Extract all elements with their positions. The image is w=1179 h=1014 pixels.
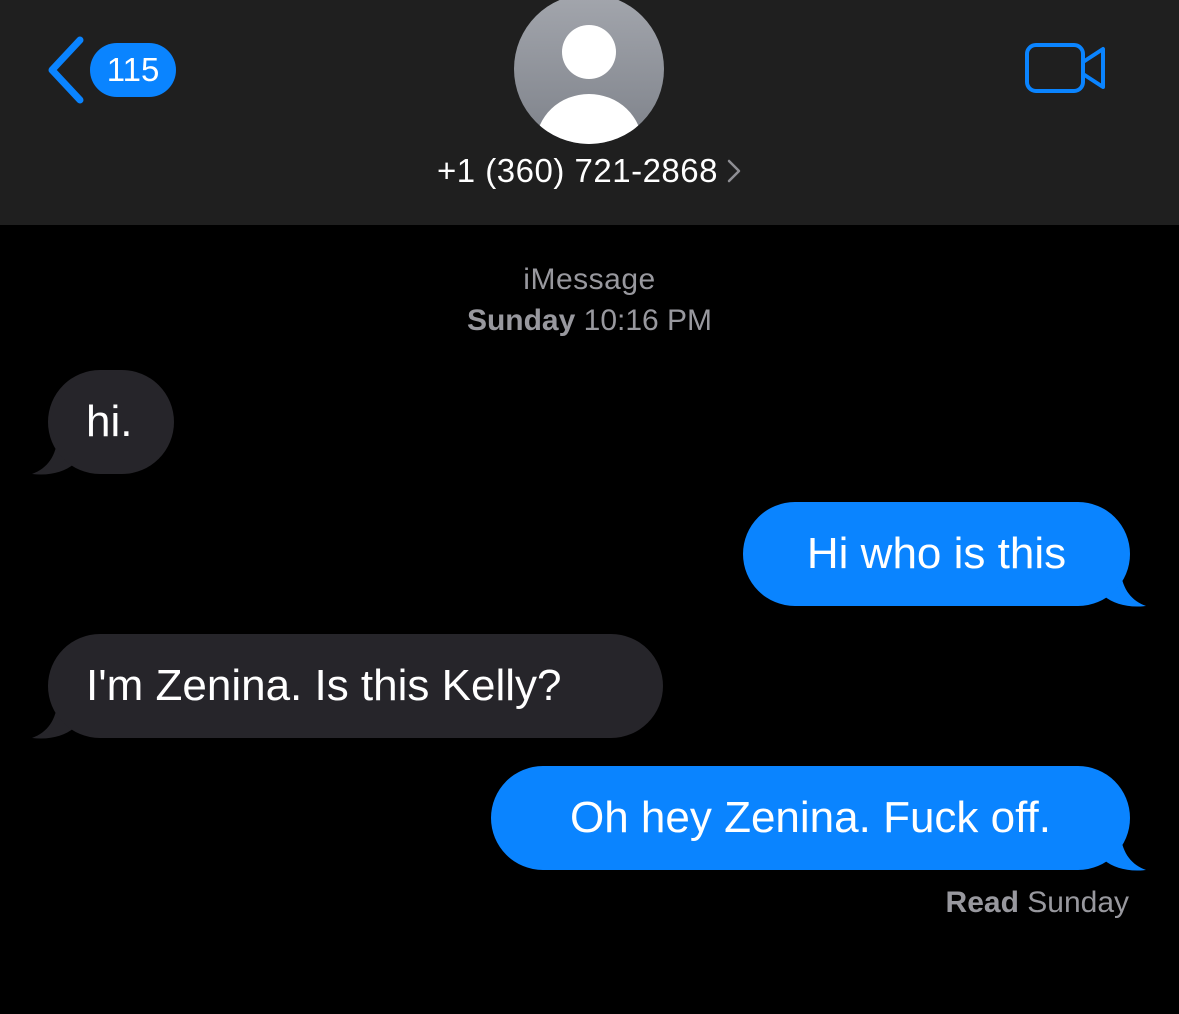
conversation-timestamp: Sunday 10:16 PM [0,304,1179,338]
contact-details-link[interactable]: +1 (360) 721-2868 [0,152,1179,190]
message-text: Hi who is this [806,529,1067,578]
message-bubble-outgoing[interactable]: Hi who is this [743,502,1130,606]
service-label: iMessage [523,263,656,296]
message-text: hi. [86,397,133,446]
contact-phone-number: +1 (360) 721-2868 [437,152,718,189]
message-bubble-outgoing[interactable]: Oh hey Zenina. Fuck off. [491,766,1130,870]
message-bubble-incoming[interactable]: hi. [48,370,174,474]
video-camera-icon [1025,43,1105,93]
conversation-header: 115 +1 (360) 721-2868 [0,0,1179,225]
read-receipt: Read Sunday [946,886,1129,920]
timestamp-time: 10:16 PM [583,304,713,337]
read-label: Read [945,886,1019,919]
contact-avatar[interactable] [514,0,664,144]
unread-count-badge: 115 [90,43,176,97]
read-day: Sunday [1027,886,1129,919]
contact-avatar-icon [536,25,642,144]
back-button[interactable]: 115 [44,36,176,104]
message-text: Oh hey Zenina. Fuck off. [570,793,1051,842]
back-chevron-icon [48,36,84,104]
chevron-right-icon [727,160,741,183]
facetime-video-button[interactable] [1024,42,1108,94]
message-text: I'm Zenina. Is this Kelly? [86,661,562,710]
messages-screen: 115 +1 (360) 721-2868 iMessage Sunday 10… [0,0,1179,1014]
timestamp-day: Sunday [466,304,576,337]
message-bubble-incoming[interactable]: I'm Zenina. Is this Kelly? [48,634,663,738]
